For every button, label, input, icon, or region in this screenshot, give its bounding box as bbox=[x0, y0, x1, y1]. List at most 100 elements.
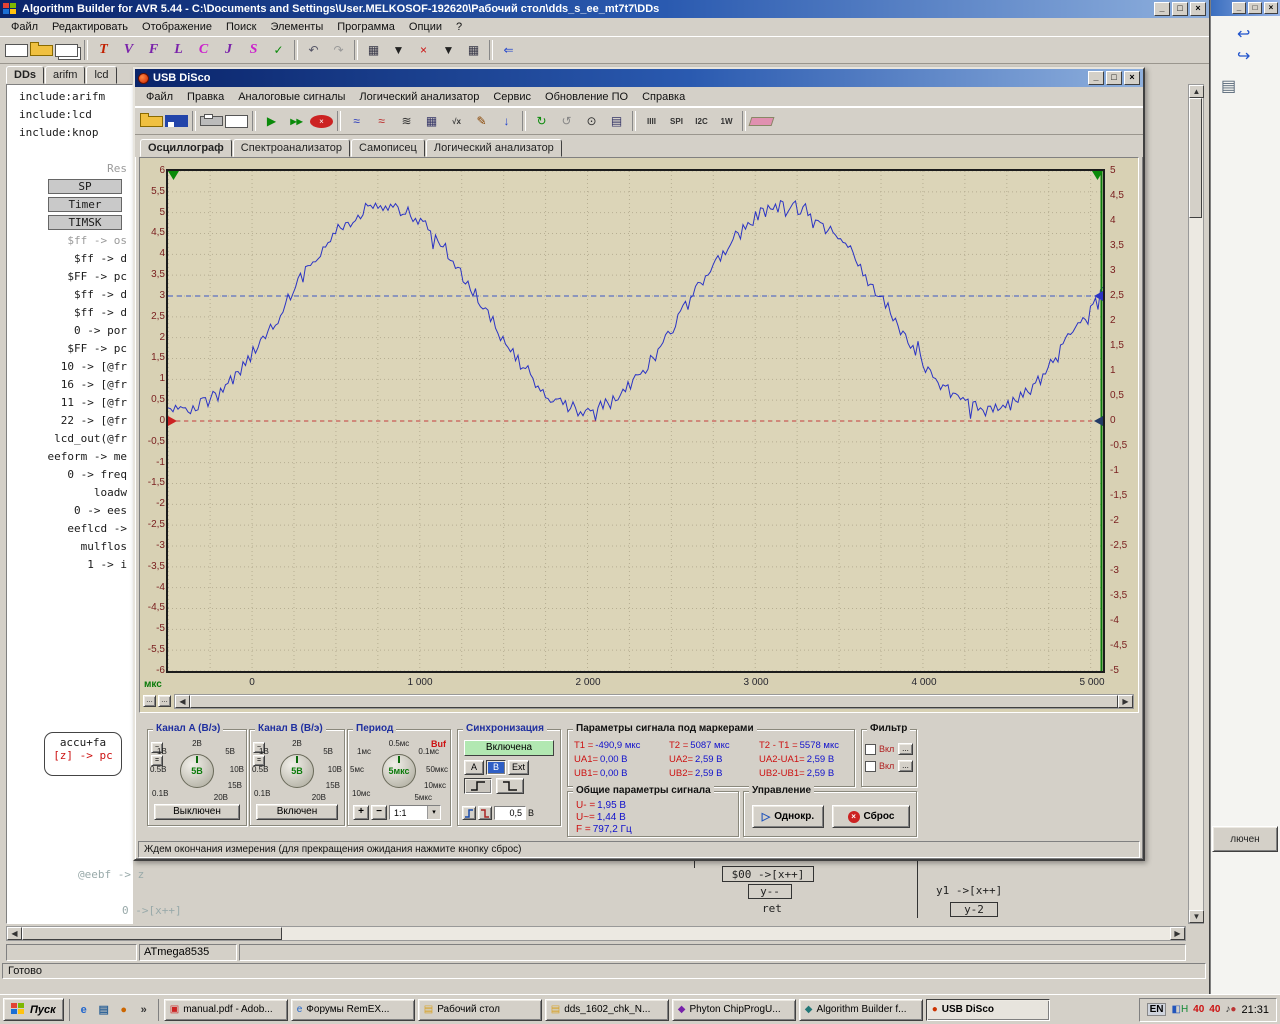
toolbar-separator[interactable] bbox=[632, 111, 636, 131]
text-tool-icon[interactable]: T bbox=[92, 39, 115, 61]
disco-menu-item[interactable]: Сервис bbox=[486, 89, 538, 105]
open-icon[interactable] bbox=[140, 116, 163, 127]
marker-tool-button[interactable]: … bbox=[143, 695, 156, 707]
antivirus-tray-icon[interactable]: ● bbox=[1230, 1004, 1236, 1015]
toolbar-separator[interactable] bbox=[294, 40, 298, 60]
ab-titlebar[interactable]: Algorithm Builder for AVR 5.44 - C:\Docu… bbox=[0, 0, 1209, 18]
ab-menu-item[interactable]: Файл bbox=[4, 19, 45, 35]
download-icon[interactable]: ↓ bbox=[495, 110, 518, 132]
scroll-right-icon[interactable]: ▶ bbox=[1170, 927, 1185, 940]
i2c-icon[interactable]: I2C bbox=[690, 110, 713, 132]
setter-tool-icon[interactable]: S bbox=[242, 39, 265, 61]
ab-code-panel[interactable]: include:arifminclude:lcdinclude:knopResS… bbox=[6, 84, 133, 924]
reset-button[interactable]: × Сброс bbox=[832, 805, 910, 828]
language-indicator[interactable]: EN bbox=[1147, 1003, 1167, 1016]
toolbar-separator[interactable] bbox=[192, 111, 196, 131]
ab-menu-item[interactable]: Элементы bbox=[263, 19, 330, 35]
ab-panel-tab[interactable]: DDs bbox=[6, 66, 44, 84]
connect-button-partial[interactable]: лючен bbox=[1212, 826, 1278, 852]
filter-checkbox[interactable] bbox=[865, 744, 876, 755]
bg-maximize-button[interactable]: □ bbox=[1248, 2, 1262, 14]
more-chevron-icon[interactable]: » bbox=[135, 1001, 153, 1019]
document-icon[interactable]: ▤ bbox=[1221, 76, 1236, 96]
disco-menu-item[interactable]: Обновление ПО bbox=[538, 89, 635, 105]
open-icon[interactable] bbox=[30, 45, 53, 56]
zoom-in-button[interactable]: + bbox=[353, 805, 369, 820]
disco-menu-item[interactable]: Справка bbox=[635, 89, 692, 105]
ab-close-button[interactable]: × bbox=[1190, 2, 1206, 16]
scroll-left-icon[interactable]: ◀ bbox=[7, 927, 22, 940]
ie-icon[interactable]: e bbox=[75, 1001, 93, 1019]
nav-forward-icon[interactable]: ↪ bbox=[1237, 46, 1250, 66]
filter-options-button[interactable]: ... bbox=[898, 760, 913, 772]
ab-panel-tab[interactable]: lcd bbox=[86, 66, 116, 84]
scroll-thumb[interactable] bbox=[22, 927, 282, 940]
redo-icon[interactable]: ↷ bbox=[327, 39, 350, 61]
start-button[interactable]: Пуск bbox=[3, 998, 64, 1021]
stop-icon[interactable] bbox=[310, 115, 333, 128]
channel-a-toggle-button[interactable]: Выключен bbox=[154, 804, 240, 820]
period-knob[interactable]: 10мс5мс1мс0.5мс0.1мс50мкс10мкс5мкс 5мкс bbox=[350, 739, 448, 802]
signal-a-icon[interactable]: ≈ bbox=[345, 110, 368, 132]
grid-icon[interactable]: ▦ bbox=[362, 39, 385, 61]
toolbar-separator[interactable] bbox=[84, 40, 88, 60]
scroll-down-icon[interactable]: ▼ bbox=[1189, 910, 1204, 923]
scroll-thumb[interactable] bbox=[190, 695, 1118, 708]
copy-icon[interactable] bbox=[55, 44, 78, 57]
insert-down2-icon[interactable]: ▼ bbox=[437, 39, 460, 61]
check-icon[interactable]: ✓ bbox=[267, 39, 290, 61]
sync-source-button[interactable]: A bbox=[464, 760, 484, 775]
scroll-thumb[interactable] bbox=[1189, 98, 1202, 218]
oscilloscope-plot[interactable] bbox=[166, 169, 1105, 673]
ab-menu-item[interactable]: Редактировать bbox=[45, 19, 135, 35]
ab-menu-item[interactable]: ? bbox=[449, 19, 469, 35]
disco-menu-item[interactable]: Логический анализатор bbox=[352, 89, 486, 105]
plot-scrollbar[interactable]: ◀ ▶ bbox=[174, 694, 1134, 709]
disco-close-button[interactable]: × bbox=[1124, 71, 1140, 85]
filter-checkbox[interactable] bbox=[865, 761, 876, 772]
channel-b-dial[interactable]: 5В bbox=[280, 754, 314, 788]
period-dial[interactable]: 5мкс bbox=[382, 754, 416, 788]
single-shot-button[interactable]: ▷ Однокр. bbox=[752, 805, 824, 828]
taskbar-button[interactable]: ● USB DiSco bbox=[926, 999, 1050, 1021]
new-icon[interactable] bbox=[5, 44, 28, 57]
ab-menu-item[interactable]: Отображение bbox=[135, 19, 219, 35]
undo-icon[interactable]: ↶ bbox=[302, 39, 325, 61]
timer-icon[interactable]: ⊙ bbox=[580, 110, 603, 132]
monitor-tray-icon[interactable]: ◧ bbox=[1171, 1004, 1180, 1015]
flow-block[interactable]: y-- bbox=[748, 884, 792, 899]
disco-tab[interactable]: Спектроанализатор bbox=[233, 139, 350, 157]
sync-enabled-button[interactable]: Включена bbox=[464, 740, 554, 756]
disco-minimize-button[interactable]: _ bbox=[1088, 71, 1104, 85]
eraser-icon[interactable] bbox=[749, 117, 775, 126]
disco-tab[interactable]: Логический анализатор bbox=[426, 139, 562, 157]
grid2-icon[interactable]: ▦ bbox=[462, 39, 485, 61]
show-desktop-icon[interactable]: ▤ bbox=[95, 1001, 113, 1019]
ab-menu-item[interactable]: Программа bbox=[330, 19, 402, 35]
signal-b-icon[interactable]: ≈ bbox=[370, 110, 393, 132]
jump-tool-icon[interactable]: J bbox=[217, 39, 240, 61]
hdd-tray-icon[interactable]: Η bbox=[1181, 1004, 1188, 1015]
label-tool-icon[interactable]: L bbox=[167, 39, 190, 61]
scroll-up-icon[interactable]: ▲ bbox=[1189, 85, 1204, 98]
restore-icon[interactable]: ↺ bbox=[555, 110, 578, 132]
bg-minimize-button[interactable]: _ bbox=[1232, 2, 1246, 14]
pencil-icon[interactable]: ✎ bbox=[470, 110, 493, 132]
disco-tab[interactable]: Осциллограф bbox=[140, 139, 232, 157]
back-arrow-icon[interactable]: ⇐ bbox=[497, 39, 520, 61]
sync-source-button[interactable]: Ext bbox=[508, 760, 529, 775]
disco-menu-item[interactable]: Файл bbox=[139, 89, 180, 105]
scroll-left-icon[interactable]: ◀ bbox=[175, 695, 190, 708]
start-continuous-icon[interactable]: ▶▶ bbox=[285, 110, 308, 132]
zoom-ratio-select[interactable]: 1:1 ▾ bbox=[389, 805, 441, 820]
sync-level-input[interactable]: 0,5 bbox=[494, 806, 526, 820]
disco-tab[interactable]: Самописец bbox=[351, 139, 425, 157]
taskbar-button[interactable]: e Форумы RemEX... bbox=[291, 999, 415, 1021]
falling-edge-button[interactable] bbox=[496, 778, 524, 794]
channel-b-knob[interactable]: 0.1В0.5В1В2В5В10В15В20В 5В bbox=[252, 739, 342, 802]
marker-tool-button[interactable]: … bbox=[158, 695, 171, 707]
filter-options-button[interactable]: ... bbox=[898, 743, 913, 755]
insert-down-icon[interactable]: ▼ bbox=[387, 39, 410, 61]
save-icon[interactable] bbox=[165, 115, 188, 127]
disco-maximize-button[interactable]: □ bbox=[1106, 71, 1122, 85]
